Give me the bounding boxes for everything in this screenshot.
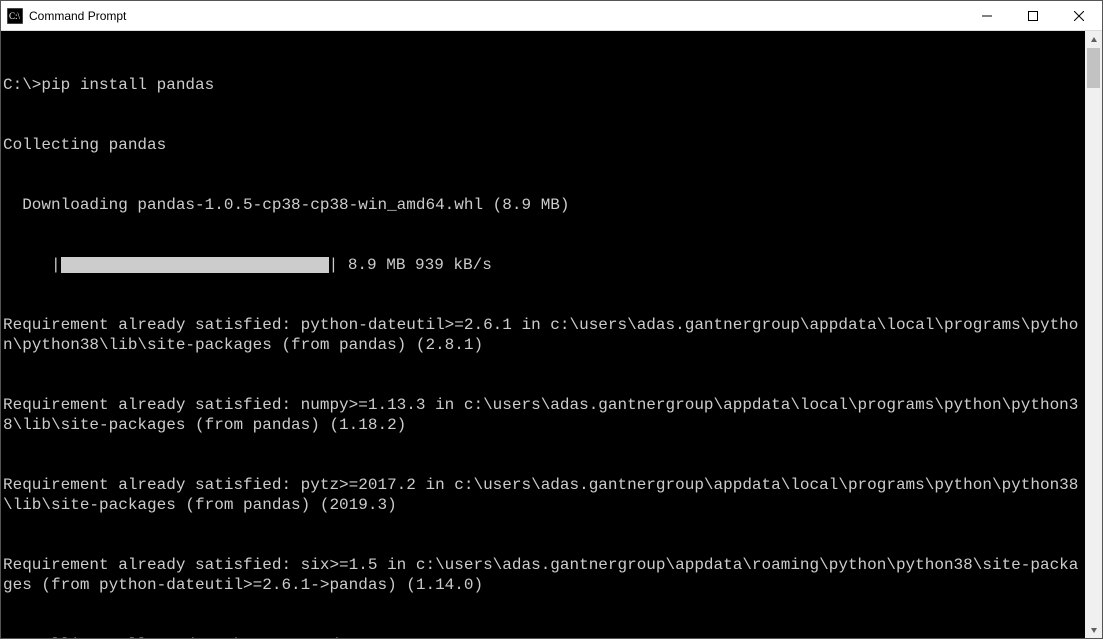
scroll-track[interactable]	[1085, 48, 1102, 621]
progress-indent: |	[3, 255, 61, 275]
scroll-thumb[interactable]	[1087, 48, 1100, 88]
cmd-icon: C:\	[7, 8, 23, 24]
scroll-down-arrow-icon[interactable]	[1085, 621, 1102, 638]
terminal-line: Requirement already satisfied: numpy>=1.…	[1, 395, 1085, 435]
prompt: C:\>	[3, 76, 41, 94]
terminal-line: Requirement already satisfied: pytz>=201…	[1, 475, 1085, 515]
terminal-line: Collecting pandas	[1, 135, 1085, 155]
terminal-output[interactable]: C:\>pip install pandas Collecting pandas…	[1, 31, 1085, 638]
window-body: C:\>pip install pandas Collecting pandas…	[1, 31, 1102, 638]
terminal-line: Installing collected packages: pandas	[1, 635, 1085, 638]
command-text: pip install pandas	[41, 76, 214, 94]
maximize-button[interactable]	[1010, 1, 1056, 31]
terminal-line: Requirement already satisfied: python-da…	[1, 315, 1085, 355]
titlebar[interactable]: C:\ Command Prompt	[1, 1, 1102, 31]
close-button[interactable]	[1056, 1, 1102, 31]
window-title: Command Prompt	[29, 9, 126, 23]
terminal-line: Downloading pandas-1.0.5-cp38-cp38-win_a…	[1, 195, 1085, 215]
scroll-up-arrow-icon[interactable]	[1085, 31, 1102, 48]
command-prompt-window: C:\ Command Prompt C:\>pip install panda…	[0, 0, 1103, 639]
terminal-line: C:\>pip install pandas	[1, 75, 1085, 95]
progress-line: | | 8.9 MB 939 kB/s	[1, 255, 1085, 275]
svg-text:C:\: C:\	[9, 11, 21, 21]
minimize-button[interactable]	[964, 1, 1010, 31]
vertical-scrollbar[interactable]	[1085, 31, 1102, 638]
progress-bar	[61, 257, 329, 273]
terminal-line: Requirement already satisfied: six>=1.5 …	[1, 555, 1085, 595]
progress-stats: | 8.9 MB 939 kB/s	[329, 255, 492, 275]
